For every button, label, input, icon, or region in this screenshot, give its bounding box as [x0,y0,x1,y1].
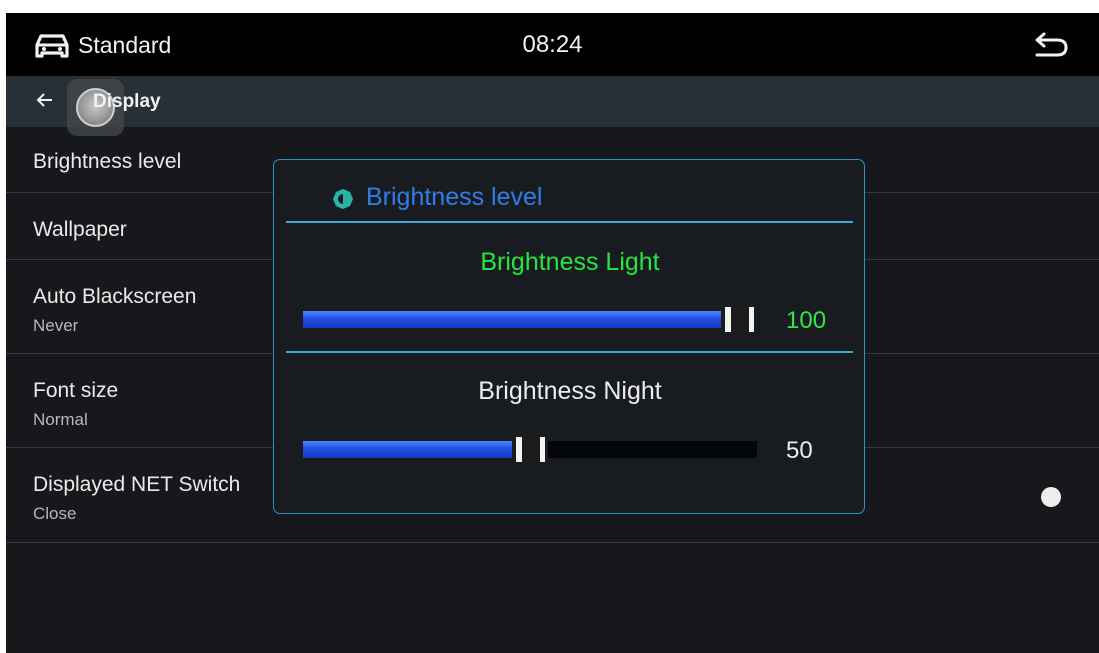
divider [286,351,853,353]
brightness-dialog: Brightness level Brightness Light 100 Br… [273,159,865,514]
status-bar: Standard 08:24 [6,13,1099,76]
head-unit-screen: Standard 08:24 Display Brightness level … [6,13,1099,653]
brightness-light-value: 100 [786,307,827,334]
settings-row-label: Wallpaper [33,218,127,241]
slider-thumb[interactable] [721,307,757,332]
slider-fill [303,311,727,328]
brightness-night-slider[interactable] [303,437,757,462]
arrow-left-icon[interactable] [36,91,54,114]
settings-row-label: Font size [33,379,119,402]
dialog-title: Brightness level [366,183,543,211]
page-title: Display [93,91,161,112]
slider-fill [303,441,518,458]
brightness-icon [331,187,355,216]
settings-row-value: Never [33,316,79,335]
settings-row-value: Close [33,504,77,523]
settings-row-label: Brightness level [33,150,182,173]
brightness-light-label: Brightness Light [480,248,660,276]
settings-row-label: Auto Blackscreen [33,285,197,308]
brightness-night-value: 50 [786,437,813,464]
settings-row-label: Displayed NET Switch [33,473,241,496]
settings-row-value: Normal [33,410,88,429]
return-icon [1033,32,1071,64]
return-button[interactable] [1033,30,1071,65]
brightness-light-slider[interactable] [303,307,757,332]
brightness-night-label: Brightness Night [478,377,662,405]
clock: 08:24 [522,31,583,58]
slider-thumb[interactable] [512,437,548,462]
nav-bar: Display [6,76,1099,136]
divider [286,221,853,223]
net-switch-toggle[interactable] [1041,487,1061,507]
